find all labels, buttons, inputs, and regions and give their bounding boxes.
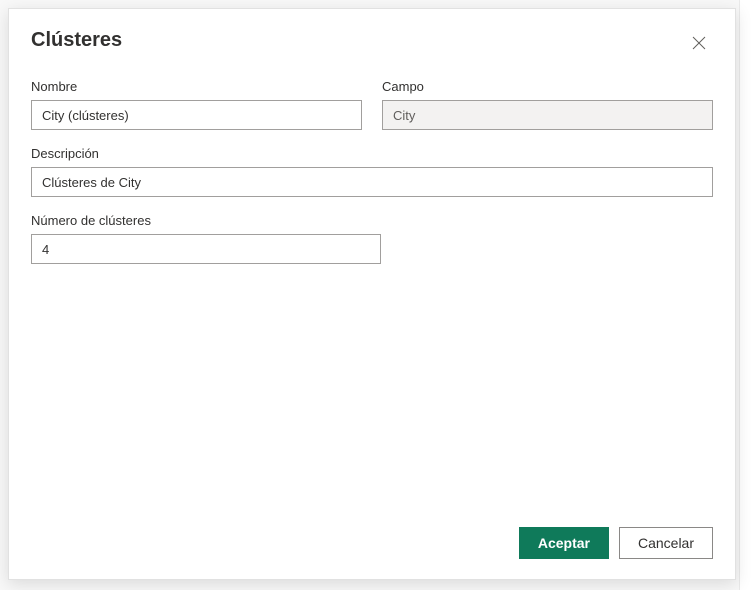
- dialog-footer: Aceptar Cancelar: [31, 527, 713, 559]
- cancel-button[interactable]: Cancelar: [619, 527, 713, 559]
- input-numero[interactable]: [31, 234, 381, 264]
- close-button[interactable]: [685, 29, 713, 57]
- row-numero: Número de clústeres: [31, 213, 713, 264]
- clusters-dialog: Clústeres Nombre Campo Descripción Númer…: [8, 8, 736, 580]
- input-descripcion[interactable]: [31, 167, 713, 197]
- background-panel: [739, 0, 751, 590]
- group-numero: Número de clústeres: [31, 213, 381, 264]
- group-nombre: Nombre: [31, 79, 362, 130]
- row-name-field: Nombre Campo: [31, 79, 713, 130]
- input-nombre[interactable]: [31, 100, 362, 130]
- label-descripcion: Descripción: [31, 146, 713, 161]
- label-numero: Número de clústeres: [31, 213, 381, 228]
- dialog-header: Clústeres: [31, 29, 713, 57]
- group-campo: Campo: [382, 79, 713, 130]
- row-descripcion: Descripción: [31, 146, 713, 197]
- label-campo: Campo: [382, 79, 713, 94]
- group-descripcion: Descripción: [31, 146, 713, 197]
- label-nombre: Nombre: [31, 79, 362, 94]
- input-campo: [382, 100, 713, 130]
- close-icon: [692, 36, 706, 50]
- dialog-title: Clústeres: [31, 29, 122, 52]
- accept-button[interactable]: Aceptar: [519, 527, 609, 559]
